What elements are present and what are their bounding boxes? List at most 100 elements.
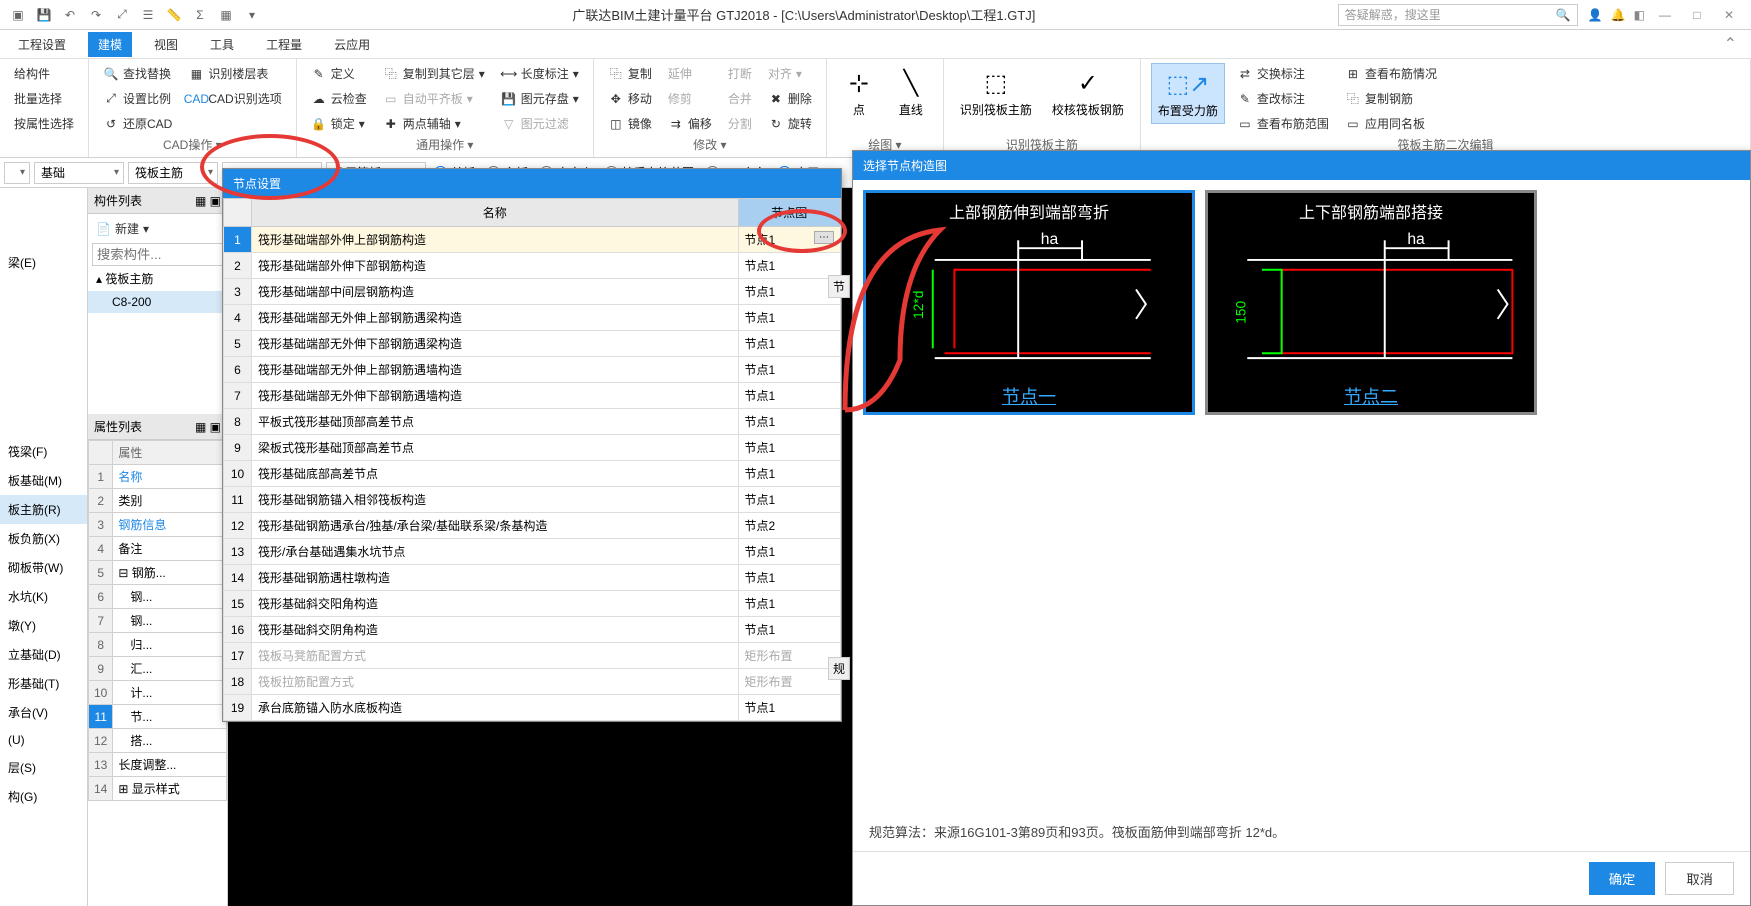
check-annotation-button[interactable]: ✎查改标注 (1233, 88, 1333, 109)
prop-row-num[interactable]: 10 (89, 681, 113, 705)
node-row-num[interactable]: 12 (224, 513, 252, 539)
node-row-num[interactable]: 19 (224, 695, 252, 721)
node-row-name[interactable]: 梁板式筏形基础顶部高差节点 (252, 435, 739, 461)
node-row-name[interactable]: 筏形基础端部无外伸下部钢筋遇梁构造 (252, 331, 739, 357)
prop-row-num[interactable]: 13 (89, 753, 113, 777)
tab-view[interactable]: 视图 (144, 32, 188, 57)
element-save-button[interactable]: 💾图元存盘 ▾ (497, 88, 583, 109)
cat-u[interactable]: (U) (0, 727, 87, 753)
set-scale-button[interactable]: ⤢设置比例 (99, 88, 176, 109)
identify-rebar-button[interactable]: ⬚识别筏板主筋 (954, 63, 1038, 122)
prop-row-num[interactable]: 14 (89, 777, 113, 801)
move-button[interactable]: ✥移动 (604, 88, 656, 109)
zoom-icon[interactable]: ⤢ (112, 5, 132, 25)
node-row-name[interactable]: 平板式筏形基础顶部高差节点 (252, 409, 739, 435)
maximize-button[interactable]: □ (1685, 8, 1709, 22)
node-row-num[interactable]: 13 (224, 539, 252, 565)
restore-cad-button[interactable]: ↺还原CAD (99, 113, 176, 134)
tab-quantity[interactable]: 工程量 (256, 32, 312, 57)
col-name[interactable]: 名称 (252, 199, 739, 227)
prop-row-num[interactable]: 2 (89, 489, 113, 513)
cad-options-button[interactable]: CADCAD识别选项 (184, 88, 285, 109)
cloud-check-button[interactable]: ☁云检查 (307, 88, 371, 109)
apply-same-name-button[interactable]: ▭应用同名板 (1341, 113, 1441, 134)
node-row-name[interactable]: 筏形基础端部外伸上部钢筋构造 (252, 227, 739, 253)
node-row-value[interactable]: 节点1 (738, 279, 840, 305)
prop-row-num[interactable]: 3 (89, 513, 113, 537)
cat-banzhujin[interactable]: 板主筋(R) (0, 495, 87, 524)
node-row-name[interactable]: 筏形基础端部无外伸下部钢筋遇墙构造 (252, 383, 739, 409)
node-row-name[interactable]: 筏形基础钢筋锚入相邻筏板构造 (252, 487, 739, 513)
prop-row-name[interactable]: 类别 (113, 489, 227, 513)
copy-to-layers-button[interactable]: ⿻复制到其它层 ▾ (379, 63, 489, 84)
minimize-button[interactable]: — (1653, 8, 1677, 22)
tree-parent[interactable]: ▴ 筏板主筋 (88, 266, 227, 291)
node-row-value[interactable]: 节点1 (738, 539, 840, 565)
dropdown-icon[interactable]: ▾ (242, 5, 262, 25)
cat-shuikeng[interactable]: 水坑(K) (0, 582, 87, 611)
rotate-button[interactable]: ↻旋转 (764, 113, 816, 134)
by-property-select[interactable]: 按属性选择 (10, 113, 78, 134)
node-row-value[interactable]: 节点2 (738, 513, 840, 539)
redo-icon[interactable]: ↷ (86, 5, 106, 25)
node-row-value[interactable]: 节点1 (738, 461, 840, 487)
diagram-card-2[interactable]: 上下部钢筋端部搭接 ha 150 节点二 (1205, 190, 1537, 415)
node-row-name[interactable]: 筏形基础端部外伸下部钢筋构造 (252, 253, 739, 279)
node-row-num[interactable]: 10 (224, 461, 252, 487)
col-node-diagram[interactable]: 节点图 (738, 199, 840, 227)
view-layout-button[interactable]: ⊞查看布筋情况 (1341, 63, 1441, 84)
cancel-button[interactable]: 取消 (1665, 862, 1734, 895)
cat-lijichu[interactable]: 立基础(D) (0, 640, 87, 669)
node-row-num[interactable]: 15 (224, 591, 252, 617)
node-row-num[interactable]: 5 (224, 331, 252, 357)
cat-dun[interactable]: 墩(Y) (0, 611, 87, 640)
delete-button[interactable]: ✖删除 (764, 88, 816, 109)
opt-category[interactable]: 基础 (34, 162, 124, 184)
identify-floor-table-button[interactable]: ▦识别楼层表 (184, 63, 285, 84)
verify-rebar-button[interactable]: ✓校核筏板钢筋 (1046, 63, 1130, 122)
prop-row-name[interactable]: 计... (113, 681, 227, 705)
close-button[interactable]: ✕ (1717, 8, 1741, 22)
prop-row-name[interactable]: 钢... (113, 609, 227, 633)
save-icon[interactable]: 💾 (34, 5, 54, 25)
node-row-num[interactable]: 7 (224, 383, 252, 409)
node-row-num[interactable]: 4 (224, 305, 252, 331)
node-row-num[interactable]: 3 (224, 279, 252, 305)
prop-row-name[interactable]: 钢筋信息 (113, 513, 227, 537)
node-row-value[interactable]: 节点1 (738, 305, 840, 331)
node-row-num[interactable]: 17 (224, 643, 252, 669)
cat-chengtai[interactable]: 承台(V) (0, 698, 87, 727)
prop-row-name[interactable]: 钢... (113, 585, 227, 609)
node-row-value[interactable]: 节点1 (738, 383, 840, 409)
prop-row-num[interactable]: 8 (89, 633, 113, 657)
node-row-name[interactable]: 筏形基础端部无外伸上部钢筋遇墙构造 (252, 357, 739, 383)
cat-faliang[interactable]: 筏梁(F) (0, 437, 87, 466)
node-row-num[interactable]: 14 (224, 565, 252, 591)
offset-button[interactable]: ⇉偏移 (664, 113, 716, 134)
node-row-value[interactable]: 节点1 (738, 409, 840, 435)
prop-row-name[interactable]: 归... (113, 633, 227, 657)
prop-row-name[interactable]: ⊞ 显示样式 (113, 777, 227, 801)
node-row-value[interactable]: 矩形布置 (738, 643, 840, 669)
node-row-value[interactable]: 节点1 (738, 591, 840, 617)
node-row-value[interactable]: 节点1 (738, 487, 840, 513)
panel-icons-2[interactable]: ▦ ▣ (195, 420, 221, 434)
cat-gou[interactable]: 构(G) (0, 782, 87, 811)
node-row-name[interactable]: 筏形基础钢筋遇承台/独基/承台梁/基础联系梁/条基构造 (252, 513, 739, 539)
prop-row-num[interactable]: 1 (89, 465, 113, 489)
layers-icon[interactable]: ☰ (138, 5, 158, 25)
node-row-name[interactable]: 筏形基础斜交阳角构造 (252, 591, 739, 617)
cat-ceng[interactable]: 层(S) (0, 753, 87, 782)
node-row-value[interactable]: 节点1 (738, 435, 840, 461)
prop-row-num[interactable]: 7 (89, 609, 113, 633)
node-row-num[interactable]: 11 (224, 487, 252, 513)
node-row-name[interactable]: 筏形基础斜交阴角构造 (252, 617, 739, 643)
undo-icon[interactable]: ↶ (60, 5, 80, 25)
node-row-name[interactable]: 筏形基础钢筋遇柱墩构造 (252, 565, 739, 591)
node-row-value[interactable]: 矩形布置 (738, 669, 840, 695)
line-button[interactable]: ╲直线 (889, 63, 933, 122)
prop-row-num[interactable]: 4 (89, 537, 113, 561)
length-dim-button[interactable]: ⟷长度标注 ▾ (497, 63, 583, 84)
node-row-name[interactable]: 筏板拉筋配置方式 (252, 669, 739, 695)
prop-row-name[interactable]: 搭... (113, 729, 227, 753)
